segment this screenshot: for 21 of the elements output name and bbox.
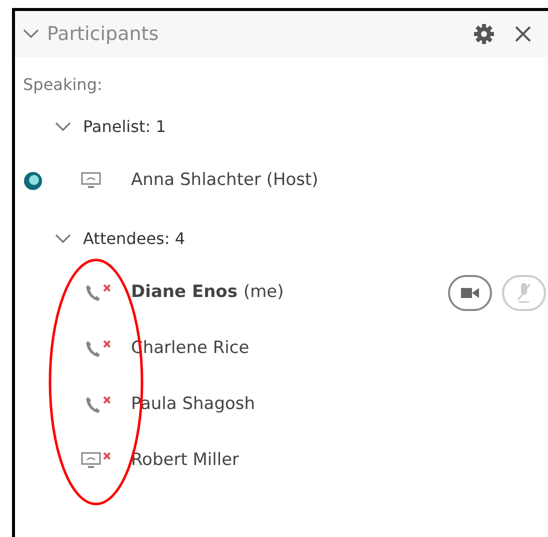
panel-title: Participants <box>47 22 159 47</box>
group-label: Attendees: 4 <box>83 228 186 250</box>
chevron-icon[interactable] <box>55 122 71 132</box>
phone-icon <box>85 284 101 302</box>
collapse-icon[interactable] <box>23 29 39 39</box>
video-camera-icon <box>460 287 479 299</box>
participant-name: Robert Miller <box>131 449 240 472</box>
monitor-icon <box>81 172 101 190</box>
phone-icon <box>85 340 101 358</box>
video-button[interactable] <box>448 275 492 311</box>
monitor-icon <box>81 452 101 470</box>
participant-name: Diane Enos <box>131 281 238 304</box>
me-label: (me) <box>243 281 284 304</box>
phone-icon <box>85 396 101 414</box>
chevron-icon[interactable] <box>55 234 71 244</box>
speaking-label: Speaking: <box>23 74 104 96</box>
group-label: Panelist: 1 <box>83 116 166 138</box>
participant-name: Anna Shlachter (Host) <box>131 169 318 192</box>
close-icon[interactable] <box>514 26 531 42</box>
microphone-muted-icon <box>516 282 531 304</box>
settings-icon[interactable] <box>472 23 495 45</box>
